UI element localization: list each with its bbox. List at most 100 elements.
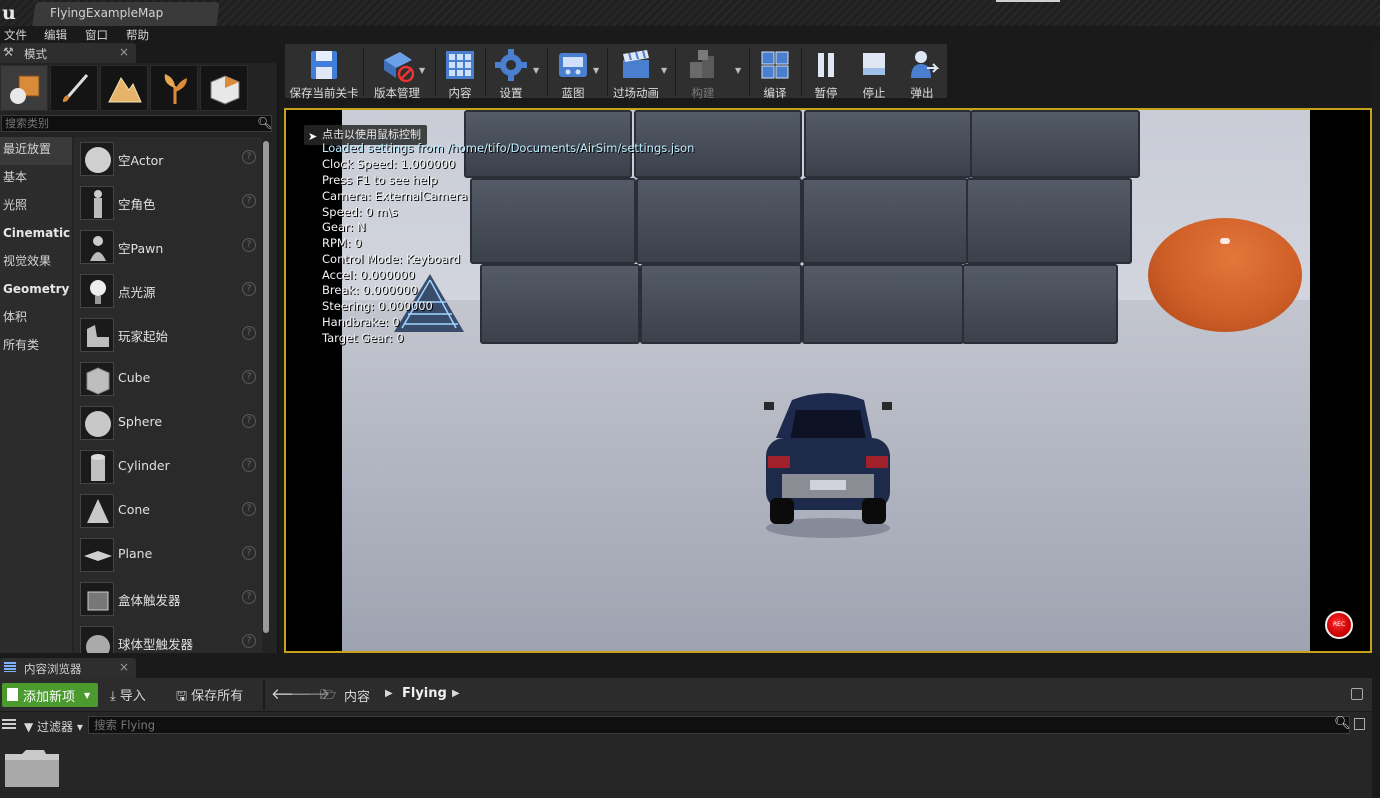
category-lights[interactable]: 光照 xyxy=(0,193,72,221)
chevron-down-icon: ▼ xyxy=(84,691,91,700)
paint-mode-button[interactable] xyxy=(50,65,98,111)
menu-window[interactable]: 窗口 xyxy=(85,27,108,43)
actor-item-player-start[interactable]: 玩家起始 ? xyxy=(74,313,262,357)
chevron-down-icon[interactable]: ▼ xyxy=(533,66,539,75)
close-icon[interactable]: × xyxy=(119,45,129,59)
help-icon[interactable]: ? xyxy=(242,150,256,164)
actor-item-sphere[interactable]: Sphere ? xyxy=(74,401,262,445)
actor-item-cylinder[interactable]: Cylinder ? xyxy=(74,445,262,489)
orange-egg-object xyxy=(1148,218,1302,332)
search-icon[interactable]: 🔍︎ xyxy=(1334,716,1351,731)
help-icon[interactable]: ? xyxy=(242,326,256,340)
help-icon[interactable]: ? xyxy=(242,282,256,296)
search-classes-input[interactable] xyxy=(1,115,272,132)
actor-item-cone[interactable]: Cone ? xyxy=(74,489,262,533)
actor-item-cube[interactable]: Cube ? xyxy=(74,357,262,401)
toolbar-separator xyxy=(675,48,676,96)
chevron-down-icon[interactable]: ▼ xyxy=(419,66,425,75)
filters-button[interactable]: ▼ 过滤器 ▾ xyxy=(24,718,83,735)
help-icon[interactable]: ? xyxy=(242,414,256,428)
add-new-label: 添加新项 xyxy=(23,690,76,705)
actor-label: 球体型触发器 xyxy=(118,637,194,652)
add-new-button[interactable]: 添加新项 ▼ xyxy=(2,683,98,707)
category-cinematic[interactable]: Cinematic xyxy=(0,221,72,249)
geometry-edit-icon xyxy=(210,75,240,105)
actor-label: Sphere xyxy=(118,414,163,429)
save-current-level-button[interactable]: 保存当前关卡 xyxy=(287,46,361,100)
actor-item-box-trigger[interactable]: 盒体触发器 ? xyxy=(74,577,262,621)
actor-item-empty-pawn[interactable]: 空Pawn ? xyxy=(74,225,262,269)
category-recently-placed[interactable]: 最近放置 xyxy=(0,137,72,165)
category-basic[interactable]: 基本 xyxy=(0,165,72,193)
actor-label: Cylinder xyxy=(118,458,170,473)
pause-button[interactable]: 暂停 xyxy=(805,46,847,100)
breadcrumb-flying[interactable]: Flying xyxy=(402,686,447,701)
geometry-mode-button[interactable] xyxy=(200,65,248,111)
wall-block xyxy=(640,264,802,344)
category-all-classes[interactable]: 所有类 xyxy=(0,333,72,361)
menu-file[interactable]: 文件 xyxy=(4,27,27,43)
menu-help[interactable]: 帮助 xyxy=(126,27,149,43)
save-all-button[interactable]: 🖫︎ 保存所有 xyxy=(176,685,243,705)
folder-open-icon[interactable]: 🗁︎ xyxy=(320,686,336,708)
save-label: 保存当前关卡 xyxy=(289,86,359,100)
record-button[interactable]: REC xyxy=(1325,611,1353,639)
help-icon[interactable]: ? xyxy=(242,590,256,604)
actor-item-plane[interactable]: Plane ? xyxy=(74,533,262,577)
help-icon[interactable]: ? xyxy=(242,546,256,560)
actor-item-sphere-trigger[interactable]: 球体型触发器 ? xyxy=(74,621,262,653)
settings-button[interactable]: 设置 xyxy=(489,46,533,100)
sources-panel-icon[interactable] xyxy=(2,719,16,731)
content-button[interactable]: 内容 xyxy=(437,46,483,100)
cinematics-button[interactable]: 过场动画 xyxy=(611,46,661,100)
category-volumes[interactable]: 体积 xyxy=(0,305,72,333)
save-search-icon[interactable] xyxy=(1354,718,1365,730)
wall-block xyxy=(966,178,1132,264)
landscape-mode-button[interactable] xyxy=(100,65,148,111)
breadcrumb-content[interactable]: 内容 xyxy=(344,686,370,705)
help-icon[interactable]: ? xyxy=(242,458,256,472)
chevron-down-icon[interactable]: ▼ xyxy=(735,66,741,75)
paint-brush-icon xyxy=(63,74,89,102)
lock-icon[interactable] xyxy=(1351,688,1363,700)
eject-button[interactable]: 弹出 xyxy=(901,46,943,100)
foliage-mode-button[interactable] xyxy=(150,65,198,111)
place-mode-button[interactable] xyxy=(0,65,48,111)
chevron-down-icon[interactable]: ▼ xyxy=(593,66,599,75)
content-browser-tab[interactable]: 内容浏览器 × xyxy=(0,658,136,678)
modes-tab[interactable]: ⚒ 模式 × xyxy=(0,43,136,63)
hud-break: Break: 0.000000 xyxy=(322,283,418,297)
help-icon[interactable]: ? xyxy=(242,238,256,252)
modes-panel: 🔍︎ 最近放置 基本 光照 Cinematic 视觉效果 Geometry 体积… xyxy=(0,63,278,653)
actor-item-empty-actor[interactable]: 空Actor ? xyxy=(74,137,262,181)
category-visual-effects[interactable]: 视觉效果 xyxy=(0,249,72,277)
content-search-input[interactable] xyxy=(88,716,1350,734)
unreal-logo-icon: u xyxy=(2,2,16,24)
menu-edit[interactable]: 编辑 xyxy=(44,27,67,43)
toolbar-separator xyxy=(801,48,802,96)
breadcrumb-separator-icon[interactable]: ▶ xyxy=(385,688,393,699)
help-icon[interactable]: ? xyxy=(242,634,256,648)
close-icon[interactable]: × xyxy=(119,660,129,674)
help-icon[interactable]: ? xyxy=(242,194,256,208)
compile-button[interactable]: 编译 xyxy=(753,46,797,100)
help-icon[interactable]: ? xyxy=(242,502,256,516)
actor-item-empty-character[interactable]: 空角色 ? xyxy=(74,181,262,225)
actor-item-point-light[interactable]: 点光源 ? xyxy=(74,269,262,313)
build-button[interactable]: 构建 xyxy=(679,46,727,100)
breadcrumb-separator-icon[interactable]: ▶ xyxy=(452,688,460,699)
import-button[interactable]: ⤓ 导入 xyxy=(110,685,146,705)
chevron-down-icon[interactable]: ▼ xyxy=(661,66,667,75)
hud-gear: Gear: N xyxy=(322,220,366,234)
actor-label: Cube xyxy=(118,370,151,385)
stop-icon xyxy=(863,53,885,75)
blueprint-icon xyxy=(559,53,587,77)
help-icon[interactable]: ? xyxy=(242,370,256,384)
search-icon[interactable]: 🔍︎ xyxy=(257,116,272,130)
scene-render[interactable] xyxy=(342,110,1310,651)
stop-button[interactable]: 停止 xyxy=(853,46,895,100)
folder-icon[interactable] xyxy=(4,748,60,788)
category-geometry[interactable]: Geometry xyxy=(0,277,72,305)
actor-list-scrollbar[interactable] xyxy=(263,141,269,633)
blueprints-button[interactable]: 蓝图 xyxy=(551,46,595,100)
